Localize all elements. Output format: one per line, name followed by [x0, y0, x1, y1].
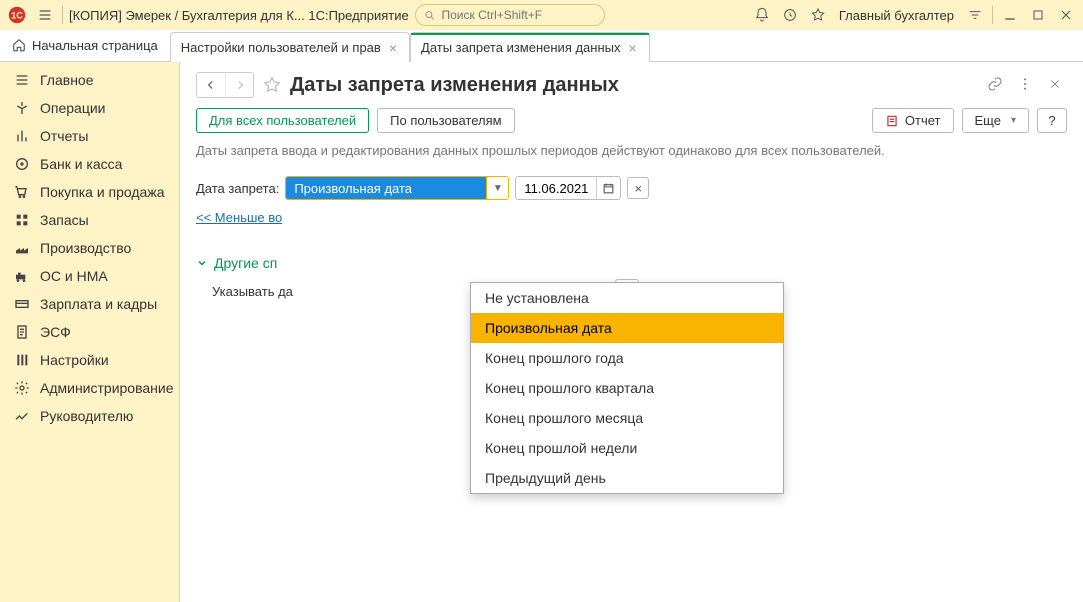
sidebar-item-label: Покупка и продажа [40, 184, 164, 200]
mode-all-button[interactable]: Для всех пользователей [196, 108, 369, 133]
global-search-input[interactable] [439, 7, 595, 23]
home-tab-label: Начальная страница [32, 38, 158, 53]
close-icon[interactable]: × [627, 41, 639, 55]
dropdown-item[interactable]: Конец прошлого года [471, 343, 783, 373]
date-type-dropdown: Не установлена Произвольная дата Конец п… [470, 282, 784, 494]
home-tab[interactable]: Начальная страница [0, 29, 170, 61]
dropdown-item[interactable]: Конец прошлого квартала [471, 373, 783, 403]
content: Даты запрета изменения данных Для всех п… [180, 62, 1083, 602]
less-options-link[interactable]: << Меньше во [196, 210, 282, 225]
report-button[interactable]: Отчет [872, 108, 954, 133]
close-icon[interactable]: × [387, 41, 399, 55]
dropdown-item[interactable]: Произвольная дата [471, 313, 783, 343]
calendar-icon[interactable] [596, 177, 620, 199]
clear-date-button[interactable]: × [627, 177, 649, 199]
sidebar-item-label: Отчеты [40, 128, 88, 144]
user-label[interactable]: Главный бухгалтер [835, 8, 958, 23]
menu-icon[interactable] [34, 4, 56, 26]
tab-label: Настройки пользователей и прав [181, 40, 381, 55]
combo-dropdown-button[interactable]: ▼ [486, 177, 508, 199]
section-label: Другие сп [214, 255, 277, 271]
sidebar-item-settings[interactable]: Настройки [0, 346, 179, 374]
dropdown-item[interactable]: Конец прошлого месяца [471, 403, 783, 433]
page-title: Даты запрета изменения данных [290, 74, 619, 97]
report-label: Отчет [905, 113, 941, 128]
sidebar-item-label: Операции [40, 100, 106, 116]
date-field[interactable] [515, 176, 621, 200]
sidebar-item-label: Администрирование [40, 380, 174, 396]
tab-dates[interactable]: Даты запрета изменения данных × [410, 32, 650, 62]
other-methods-section[interactable]: Другие сп [196, 255, 1067, 271]
sidebar-item-operations[interactable]: Операции [0, 94, 179, 122]
more-button[interactable]: Еще [962, 108, 1029, 133]
sidebar-item-main[interactable]: Главное [0, 66, 179, 94]
favorite-icon[interactable] [262, 75, 282, 95]
titlebar: 1C [КОПИЯ] Эмерек / Бухгалтерия для К...… [0, 0, 1083, 30]
sidebar-item-reports[interactable]: Отчеты [0, 122, 179, 150]
dropdown-item[interactable]: Конец прошлой недели [471, 433, 783, 463]
dropdown-item[interactable]: Предыдущий день [471, 463, 783, 493]
sidebar-item-label: Главное [40, 72, 94, 88]
sidebar-item-label: ОС и НМА [40, 268, 108, 284]
date-label: Дата запрета: [196, 181, 279, 196]
sidebar-item-trade[interactable]: Покупка и продажа [0, 178, 179, 206]
close-page-icon[interactable] [1043, 72, 1067, 96]
star-icon[interactable] [807, 4, 829, 26]
dropdown-item[interactable]: Не установлена [471, 283, 783, 313]
app-logo-icon: 1C [6, 4, 28, 26]
tabbar: Начальная страница Настройки пользовател… [0, 30, 1083, 62]
sidebar-item-salary[interactable]: Зарплата и кадры [0, 290, 179, 318]
description-text: Даты запрета ввода и редактирования данн… [196, 143, 1067, 158]
close-window-icon[interactable] [1055, 4, 1077, 26]
sidebar-item-bank[interactable]: Банк и касса [0, 150, 179, 178]
back-button[interactable] [197, 73, 225, 97]
sidebar-item-label: Производство [40, 240, 131, 256]
global-search[interactable] [415, 4, 605, 26]
sidebar-item-label: Запасы [40, 212, 89, 228]
sidebar-item-stock[interactable]: Запасы [0, 206, 179, 234]
date-input[interactable] [516, 177, 596, 199]
app-title: [КОПИЯ] Эмерек / Бухгалтерия для К... 1С… [69, 8, 409, 23]
mode-by-user-button[interactable]: По пользователям [377, 108, 514, 133]
sidebar-item-esf[interactable]: ЭСФ [0, 318, 179, 346]
sidebar-item-label: Банк и касса [40, 156, 122, 172]
sidebar-item-production[interactable]: Производство [0, 234, 179, 262]
sidebar-item-admin[interactable]: Администрирование [0, 374, 179, 402]
help-button[interactable]: ? [1037, 108, 1067, 133]
bell-icon[interactable] [751, 4, 773, 26]
history-icon[interactable] [779, 4, 801, 26]
forward-button[interactable] [225, 73, 253, 97]
sidebar: Главное Операции Отчеты Банк и касса Пок… [0, 62, 180, 602]
more-vert-icon[interactable] [1013, 72, 1037, 96]
svg-text:1C: 1C [11, 11, 23, 21]
link-icon[interactable] [983, 72, 1007, 96]
nav-buttons [196, 72, 254, 98]
sidebar-item-label: ЭСФ [40, 324, 71, 340]
sidebar-item-label: Руководителю [40, 408, 133, 424]
sidebar-item-manager[interactable]: Руководителю [0, 402, 179, 430]
sidebar-item-assets[interactable]: ОС и НМА [0, 262, 179, 290]
maximize-icon[interactable] [1027, 4, 1049, 26]
tab-settings[interactable]: Настройки пользователей и прав × [170, 32, 410, 62]
filter-icon[interactable] [964, 4, 986, 26]
tab-label: Даты запрета изменения данных [421, 40, 620, 55]
indicate-label: Указывать да [212, 284, 293, 299]
date-type-combo[interactable]: Произвольная дата ▼ [285, 176, 509, 200]
sidebar-item-label: Настройки [40, 352, 109, 368]
combo-value[interactable]: Произвольная дата [286, 177, 486, 199]
sidebar-item-label: Зарплата и кадры [40, 296, 157, 312]
minimize-icon[interactable] [999, 4, 1021, 26]
